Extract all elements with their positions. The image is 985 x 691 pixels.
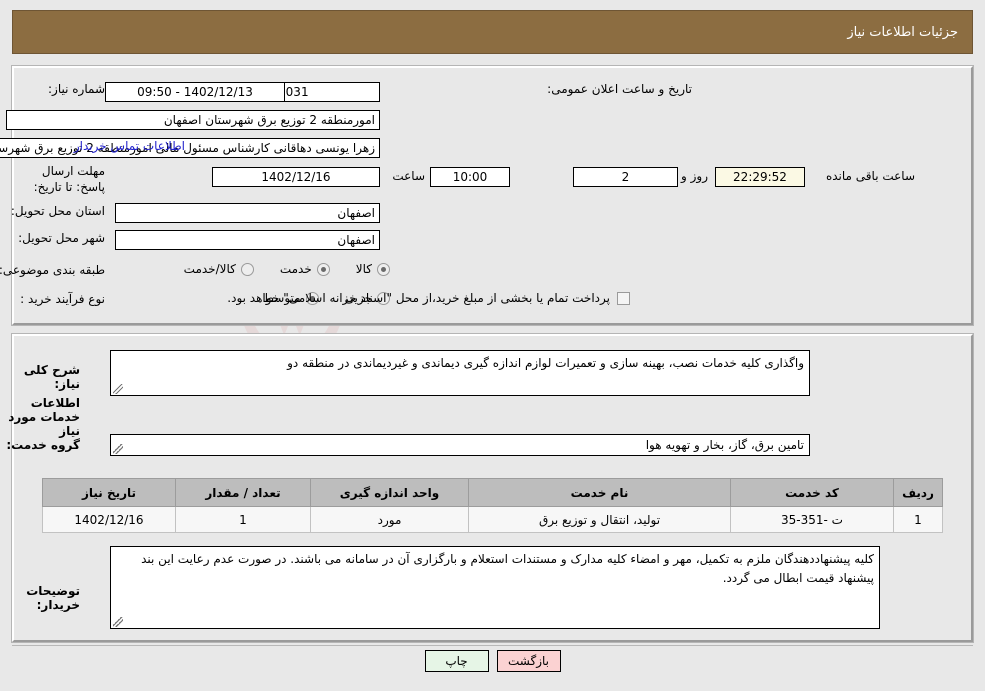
radio-dot-icon[interactable] <box>316 262 330 276</box>
cell-name: تولید، انتقال و توزیع برق <box>468 506 731 533</box>
services-section-title: اطلاعات خدمات مورد نیاز <box>8 396 80 438</box>
need-info-panel <box>11 65 974 326</box>
radio-category-khedmat[interactable]: خدمت <box>280 262 330 276</box>
province-field[interactable]: اصفهان <box>115 203 380 223</box>
page-title-bar: جزئیات اطلاعات نیاز <box>12 10 973 54</box>
back-button[interactable]: بازگشت <box>496 650 561 672</box>
radio-dot-icon[interactable] <box>377 262 390 276</box>
th-row: ردیف <box>893 478 943 507</box>
remaining-suffix-label: ساعت باقی مانده <box>825 169 915 183</box>
category-label: طبقه بندی موضوعی: <box>0 263 105 277</box>
remaining-days-label: روز و <box>681 169 708 183</box>
category-radio-group[interactable]: کالا خدمت کالا/خدمت <box>158 262 390 276</box>
remaining-clock-field: 22:29:52 <box>715 167 805 187</box>
th-qty: تعداد / مقدار <box>175 478 311 507</box>
buyer-contact-link[interactable]: اطلاعات تماس خریدار <box>74 139 185 153</box>
need-number-label: شماره نیاز: <box>48 82 105 96</box>
th-name: نام خدمت <box>468 478 731 507</box>
treasury-note: پرداخت تمام یا بخشی از مبلغ خرید،از محل … <box>227 291 610 305</box>
deadline-time-field[interactable]: 10:00 <box>430 167 510 187</box>
print-button[interactable]: چاپ <box>424 650 489 672</box>
treasury-checkbox[interactable] <box>617 291 630 305</box>
general-desc-textarea[interactable]: واگذاری کلیه خدمات نصب، بهینه سازی و تعم… <box>110 350 810 396</box>
radio-label: کالا <box>355 262 372 276</box>
announce-datetime-field[interactable]: 1402/12/13 - 09:50 <box>105 82 285 102</box>
process-label: نوع فرآیند خرید : <box>20 292 105 306</box>
action-button-bar: بازگشت چاپ <box>0 650 985 672</box>
th-code: کد خدمت <box>730 478 894 507</box>
cell-qty: 1 <box>175 506 311 533</box>
deadline-label: مهلت ارسال پاسخ: تا تاریخ: <box>33 164 105 194</box>
cell-row: 1 <box>893 506 943 533</box>
table-header-row: ردیف کد خدمت نام خدمت واحد اندازه گیری ت… <box>42 478 943 507</box>
creator-field[interactable]: زهرا یونسی دهاقانی کارشناس مسئول مالی ام… <box>0 138 380 158</box>
buyer-notes-label: توضیحات خریدار: <box>26 584 80 612</box>
radio-category-kala[interactable]: کالا <box>356 262 390 276</box>
deadline-time-label: ساعت <box>392 169 425 183</box>
services-table: ردیف کد خدمت نام خدمت واحد اندازه گیری ت… <box>42 478 943 533</box>
radio-category-kala-khedmat[interactable]: کالا/خدمت <box>184 262 254 276</box>
deadline-date-field[interactable]: 1402/12/16 <box>212 167 380 187</box>
cell-unit: مورد <box>310 506 469 533</box>
th-date: تاریخ نیاز <box>42 478 176 507</box>
radio-label: خدمت <box>279 262 312 276</box>
th-unit: واحد اندازه گیری <box>310 478 469 507</box>
city-label: شهر محل تحویل: <box>18 231 105 245</box>
remaining-days-field[interactable]: 2 <box>573 167 678 187</box>
page-title: جزئیات اطلاعات نیاز <box>847 24 958 40</box>
cell-date: 1402/12/16 <box>42 506 176 533</box>
announce-datetime-label: تاریخ و ساعت اعلان عمومی: <box>547 82 692 96</box>
cell-code: ت -351-35 <box>730 506 894 533</box>
radio-label: کالا/خدمت <box>183 262 236 276</box>
buyer-org-field[interactable]: امورمنطقه 2 توزیع برق شهرستان اصفهان <box>6 110 380 130</box>
city-field[interactable]: اصفهان <box>115 230 380 250</box>
service-group-field[interactable]: تامین برق، گاز، بخار و تهویه هوا <box>110 434 810 456</box>
service-group-label: گروه خدمت: <box>6 438 80 452</box>
table-row: 1 ت -351-35 تولید، انتقال و توزیع برق مو… <box>42 506 943 533</box>
buyer-notes-textarea[interactable]: کلیه پیشنهاددهندگان ملزم به تکمیل، مهر و… <box>110 546 880 629</box>
general-desc-label: شرح کلی نیاز: <box>23 363 80 391</box>
province-label: استان محل تحویل: <box>10 204 105 218</box>
radio-dot-icon[interactable] <box>240 262 254 276</box>
